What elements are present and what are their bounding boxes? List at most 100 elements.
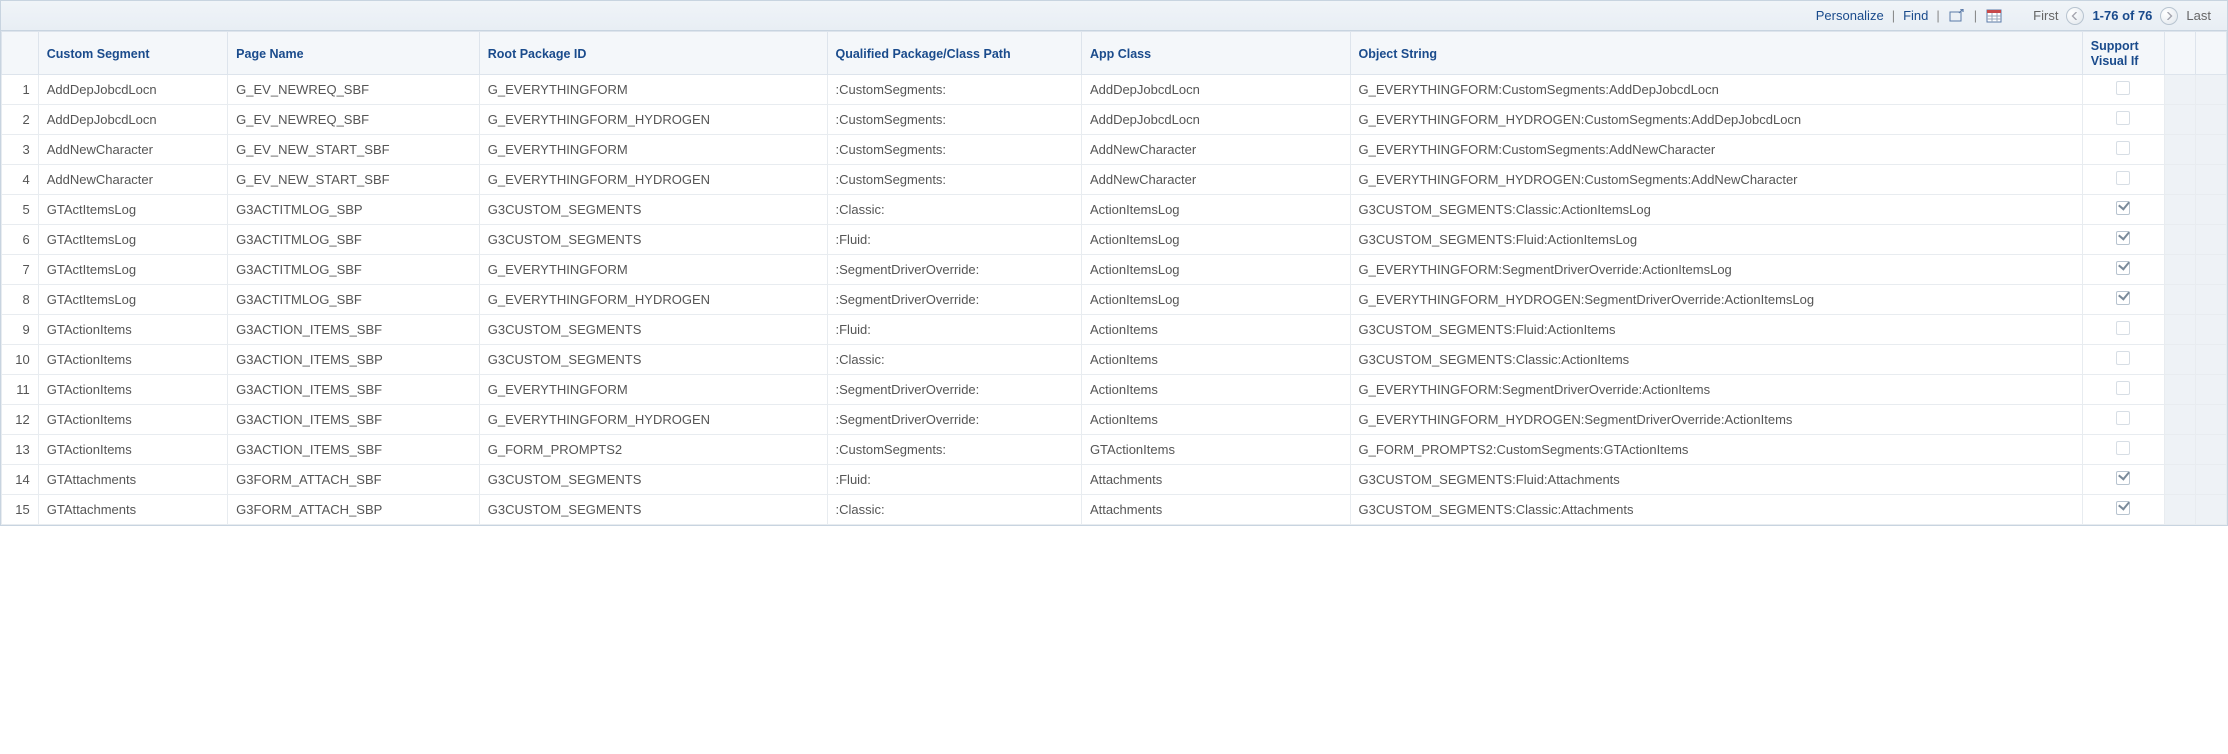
header-row: Custom Segment Page Name Root Package ID… (2, 32, 2227, 75)
header-link[interactable]: Page Name (236, 47, 303, 61)
header-qualified-path[interactable]: Qualified Package/Class Path (827, 32, 1081, 75)
nav-first[interactable]: First (2033, 8, 2058, 23)
checkbox-icon[interactable] (2116, 471, 2130, 485)
header-object-string[interactable]: Object String (1350, 32, 2082, 75)
nav-prev-button[interactable] (2066, 7, 2084, 25)
cell-support-visual-if (2082, 465, 2164, 495)
checkbox-icon[interactable] (2116, 81, 2130, 95)
cell-app-class: ActionItems (1081, 315, 1350, 345)
cell-action-delete[interactable] (2195, 465, 2226, 495)
checkbox-icon[interactable] (2116, 411, 2130, 425)
spreadsheet-icon[interactable] (1985, 8, 2003, 24)
nav-next-button[interactable] (2160, 7, 2178, 25)
cell-rownum: 2 (2, 105, 39, 135)
cell-action-delete[interactable] (2195, 75, 2226, 105)
cell-qualified-path: :SegmentDriverOverride: (827, 405, 1081, 435)
cell-action-delete[interactable] (2195, 195, 2226, 225)
nav-last[interactable]: Last (2186, 8, 2211, 23)
cell-action-delete[interactable] (2195, 285, 2226, 315)
cell-custom-segment: GTActionItems (38, 345, 227, 375)
checkbox-icon[interactable] (2116, 201, 2130, 215)
cell-action-add[interactable] (2164, 285, 2195, 315)
cell-action-delete[interactable] (2195, 105, 2226, 135)
cell-action-delete[interactable] (2195, 435, 2226, 465)
header-root-package[interactable]: Root Package ID (479, 32, 827, 75)
cell-app-class: AddDepJobcdLocn (1081, 75, 1350, 105)
cell-action-delete[interactable] (2195, 375, 2226, 405)
cell-action-delete[interactable] (2195, 345, 2226, 375)
header-custom-segment[interactable]: Custom Segment (38, 32, 227, 75)
cell-object-string: G_EVERYTHINGFORM:CustomSegments:AddNewCh… (1350, 135, 2082, 165)
cell-object-string: G_EVERYTHINGFORM:SegmentDriverOverride:A… (1350, 375, 2082, 405)
cell-qualified-path: :Fluid: (827, 465, 1081, 495)
table-row: 13GTActionItemsG3ACTION_ITEMS_SBFG_FORM_… (2, 435, 2227, 465)
checkbox-icon[interactable] (2116, 501, 2130, 515)
cell-root-package: G3CUSTOM_SEGMENTS (479, 465, 827, 495)
checkbox-icon[interactable] (2116, 321, 2130, 335)
cell-support-visual-if (2082, 315, 2164, 345)
header-page-name[interactable]: Page Name (228, 32, 480, 75)
header-app-class[interactable]: App Class (1081, 32, 1350, 75)
cell-custom-segment: AddNewCharacter (38, 135, 227, 165)
checkbox-icon[interactable] (2116, 441, 2130, 455)
header-link[interactable]: Root Package ID (488, 47, 587, 61)
cell-custom-segment: GTActItemsLog (38, 225, 227, 255)
cell-action-add[interactable] (2164, 195, 2195, 225)
checkbox-icon[interactable] (2116, 291, 2130, 305)
cell-action-add[interactable] (2164, 225, 2195, 255)
cell-action-add[interactable] (2164, 255, 2195, 285)
cell-action-add[interactable] (2164, 375, 2195, 405)
cell-action-delete[interactable] (2195, 135, 2226, 165)
cell-root-package: G_EVERYTHINGFORM (479, 75, 827, 105)
checkbox-icon[interactable] (2116, 351, 2130, 365)
cell-action-add[interactable] (2164, 165, 2195, 195)
header-link[interactable]: Support Visual If (2091, 39, 2139, 68)
cell-support-visual-if (2082, 255, 2164, 285)
personalize-link[interactable]: Personalize (1816, 8, 1884, 23)
cell-action-delete[interactable] (2195, 165, 2226, 195)
cell-action-add[interactable] (2164, 105, 2195, 135)
cell-action-add[interactable] (2164, 495, 2195, 525)
checkbox-icon[interactable] (2116, 381, 2130, 395)
header-link[interactable]: Qualified Package/Class Path (836, 47, 1011, 61)
cell-action-delete[interactable] (2195, 405, 2226, 435)
cell-rownum: 14 (2, 465, 39, 495)
cell-object-string: G3CUSTOM_SEGMENTS:Fluid:ActionItemsLog (1350, 225, 2082, 255)
cell-action-add[interactable] (2164, 435, 2195, 465)
cell-qualified-path: :Classic: (827, 345, 1081, 375)
find-link[interactable]: Find (1903, 8, 1928, 23)
cell-action-add[interactable] (2164, 405, 2195, 435)
cell-action-add[interactable] (2164, 135, 2195, 165)
cell-page-name: G3ACTION_ITEMS_SBF (228, 315, 480, 345)
cell-action-add[interactable] (2164, 465, 2195, 495)
table-row: 6GTActItemsLogG3ACTITMLOG_SBFG3CUSTOM_SE… (2, 225, 2227, 255)
cell-root-package: G3CUSTOM_SEGMENTS (479, 315, 827, 345)
cell-support-visual-if (2082, 225, 2164, 255)
cell-action-delete[interactable] (2195, 495, 2226, 525)
header-action2 (2195, 32, 2226, 75)
cell-action-add[interactable] (2164, 345, 2195, 375)
checkbox-icon[interactable] (2116, 111, 2130, 125)
header-support-visual-if[interactable]: Support Visual If (2082, 32, 2164, 75)
cell-object-string: G_EVERYTHINGFORM_HYDROGEN:CustomSegments… (1350, 165, 2082, 195)
cell-action-delete[interactable] (2195, 255, 2226, 285)
cell-qualified-path: :Fluid: (827, 315, 1081, 345)
header-link[interactable]: App Class (1090, 47, 1151, 61)
table-row: 12GTActionItemsG3ACTION_ITEMS_SBFG_EVERY… (2, 405, 2227, 435)
zoom-icon[interactable] (1948, 8, 1966, 24)
cell-action-delete[interactable] (2195, 225, 2226, 255)
checkbox-icon[interactable] (2116, 261, 2130, 275)
cell-page-name: G3FORM_ATTACH_SBP (228, 495, 480, 525)
checkbox-icon[interactable] (2116, 231, 2130, 245)
cell-action-add[interactable] (2164, 75, 2195, 105)
cell-action-add[interactable] (2164, 315, 2195, 345)
cell-root-package: G_EVERYTHINGFORM_HYDROGEN (479, 405, 827, 435)
cell-root-package: G_EVERYTHINGFORM (479, 255, 827, 285)
cell-support-visual-if (2082, 285, 2164, 315)
checkbox-icon[interactable] (2116, 171, 2130, 185)
header-link[interactable]: Object String (1359, 47, 1437, 61)
header-link[interactable]: Custom Segment (47, 47, 150, 61)
cell-action-delete[interactable] (2195, 315, 2226, 345)
checkbox-icon[interactable] (2116, 141, 2130, 155)
cell-object-string: G3CUSTOM_SEGMENTS:Classic:ActionItems (1350, 345, 2082, 375)
